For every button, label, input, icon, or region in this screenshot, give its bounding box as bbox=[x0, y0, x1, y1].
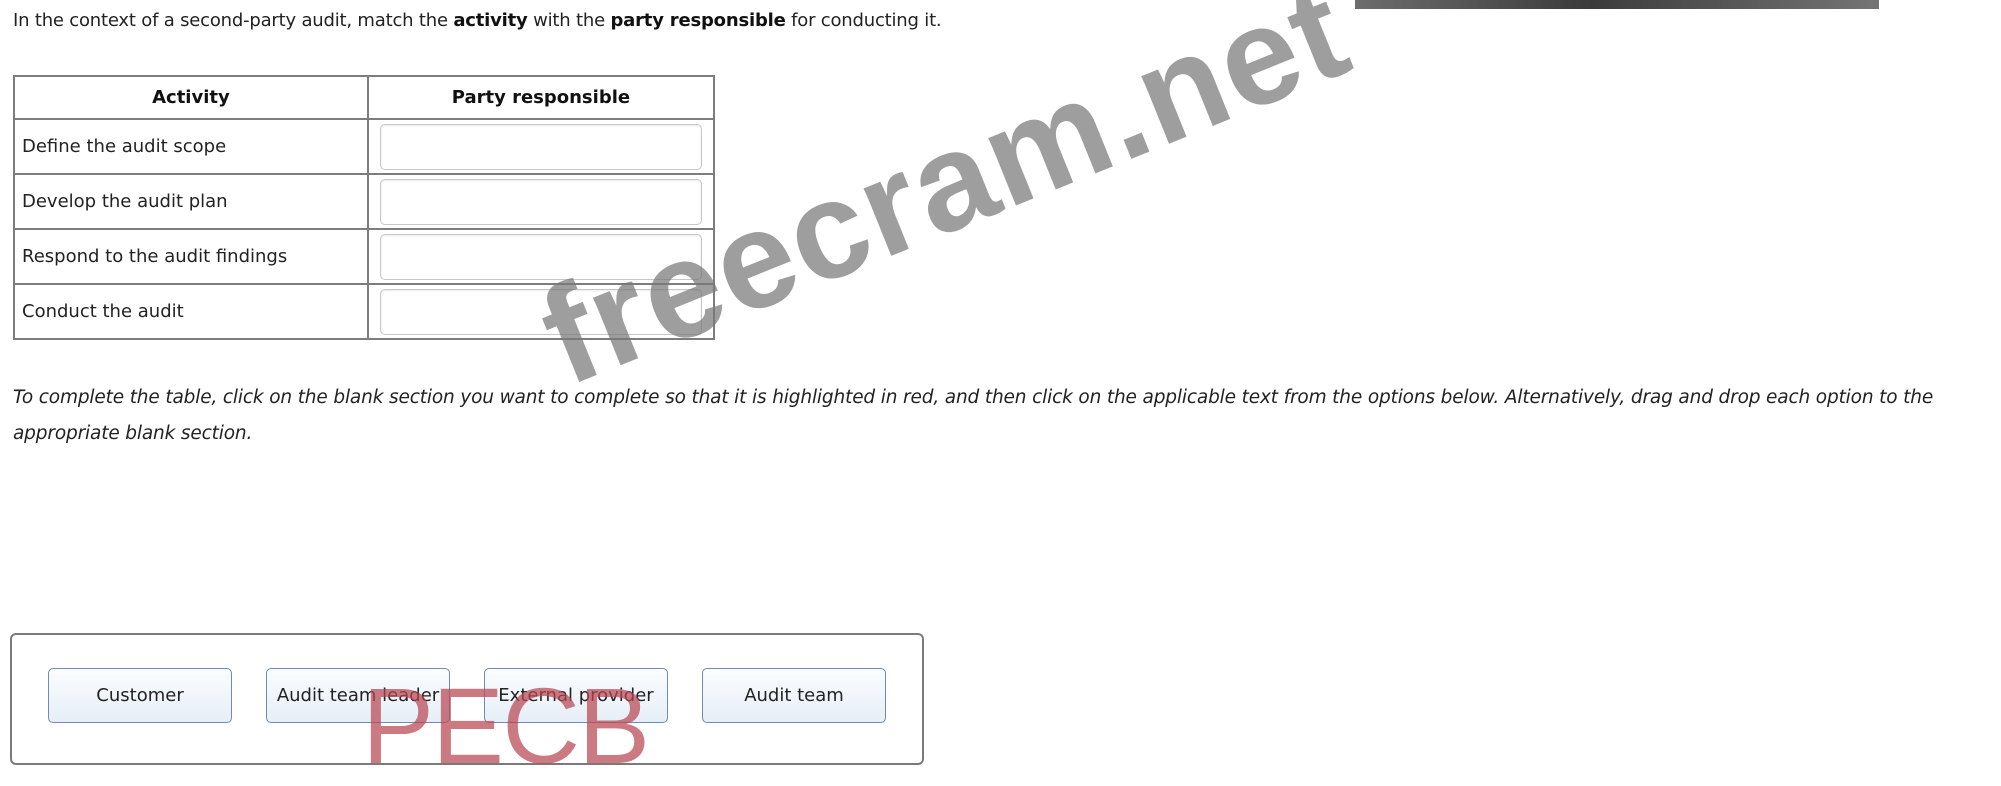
option-external-provider-button[interactable]: External provider bbox=[484, 668, 668, 723]
question-prefix: In the context of a second-party audit, … bbox=[13, 10, 454, 31]
table-header-row: Activity Party responsible bbox=[13, 75, 716, 120]
option-audit-team-button[interactable]: Audit team bbox=[702, 668, 886, 723]
drop-slot-2[interactable] bbox=[379, 178, 702, 225]
activity-cell: Develop the audit plan bbox=[13, 173, 369, 230]
table-row: Define the audit scope bbox=[13, 118, 716, 175]
options-panel: Customer Audit team leader External prov… bbox=[10, 633, 924, 765]
table-row: Conduct the audit bbox=[13, 283, 716, 340]
matching-table: Activity Party responsible Define the au… bbox=[13, 75, 716, 340]
header-image-strip bbox=[1355, 0, 1879, 9]
answer-cell bbox=[366, 283, 716, 340]
drop-slot-1[interactable] bbox=[379, 123, 702, 170]
drop-slot-4[interactable] bbox=[379, 288, 702, 335]
option-customer-button[interactable]: Customer bbox=[48, 668, 232, 723]
instructions-text: To complete the table, click on the blan… bbox=[13, 387, 1934, 444]
header-party-responsible: Party responsible bbox=[366, 75, 716, 120]
activity-cell: Conduct the audit bbox=[13, 283, 369, 340]
question-bold-activity: activity bbox=[453, 10, 528, 31]
activity-cell: Define the audit scope bbox=[13, 118, 369, 175]
drop-slot-3[interactable] bbox=[379, 233, 702, 280]
answer-cell bbox=[366, 118, 716, 175]
activity-cell: Respond to the audit findings bbox=[13, 228, 369, 285]
answer-cell bbox=[366, 228, 716, 285]
question-suffix: for conducting it. bbox=[785, 10, 942, 31]
answer-cell bbox=[366, 173, 716, 230]
question-text: In the context of a second-party audit, … bbox=[13, 10, 942, 31]
question-bold-party: party responsible bbox=[610, 10, 786, 31]
table-row: Respond to the audit findings bbox=[13, 228, 716, 285]
header-activity: Activity bbox=[13, 75, 369, 120]
question-middle: with the bbox=[527, 10, 611, 31]
table-row: Develop the audit plan bbox=[13, 173, 716, 230]
option-audit-team-leader-button[interactable]: Audit team leader bbox=[266, 668, 450, 723]
